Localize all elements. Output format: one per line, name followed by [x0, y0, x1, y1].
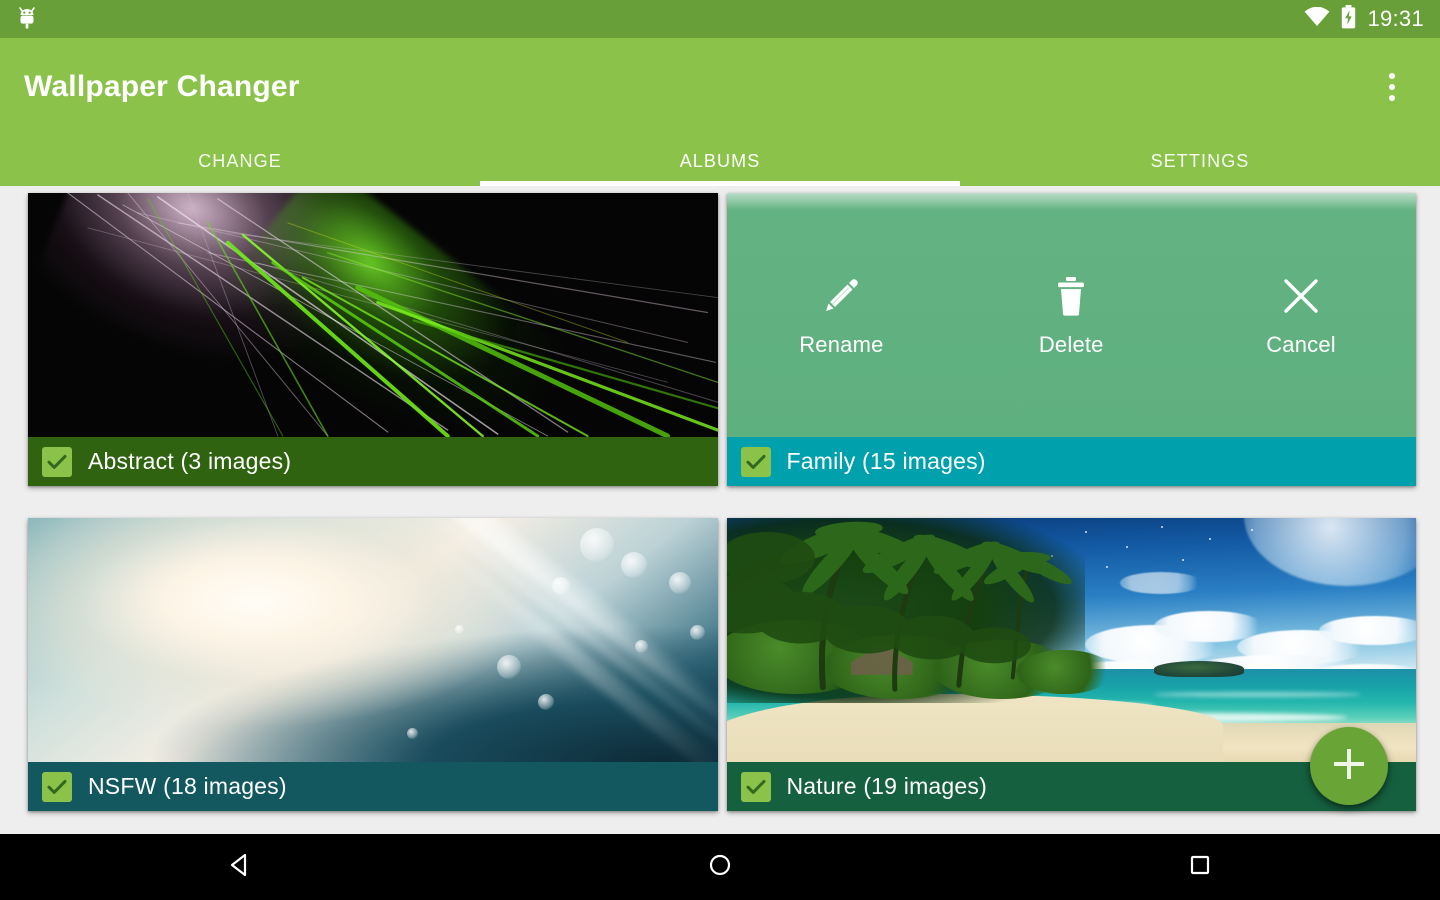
bokeh-bubble	[689, 625, 705, 641]
bokeh-bubble	[496, 654, 521, 679]
close-x-icon	[1279, 272, 1323, 318]
overflow-menu-icon[interactable]	[1368, 57, 1416, 117]
cancel-action-button[interactable]: Cancel	[1226, 272, 1376, 358]
android-robot-icon	[16, 5, 38, 34]
album-title-nsfw: NSFW (18 images)	[88, 773, 287, 799]
tab-change-label: CHANGE	[198, 150, 282, 171]
battery-charging-icon	[1341, 4, 1356, 34]
add-album-fab[interactable]	[1310, 727, 1388, 805]
checkmark-icon	[746, 779, 765, 794]
rename-label: Rename	[799, 332, 884, 357]
plus-icon	[1329, 744, 1369, 789]
light-ray	[411, 522, 718, 762]
tab-change[interactable]: CHANGE	[0, 136, 480, 186]
nsfw-light-artwork	[28, 518, 718, 762]
bokeh-bubble	[455, 625, 465, 635]
album-label-bar-family: Family (15 images)	[726, 437, 1416, 486]
album-thumbnail-nature	[726, 518, 1416, 762]
bokeh-bubble	[579, 527, 614, 562]
wifi-icon	[1304, 6, 1330, 32]
tab-settings[interactable]: SETTINGS	[960, 136, 1440, 186]
album-card-nsfw[interactable]: NSFW (18 images)	[28, 518, 718, 811]
overflow-dot	[1389, 73, 1395, 79]
album-title-abstract: Abstract (3 images)	[88, 448, 292, 474]
abstract-streaks	[67, 193, 718, 437]
checkmark-icon	[47, 779, 67, 794]
delete-label: Delete	[1038, 332, 1104, 357]
album-label-bar-abstract: Abstract (3 images)	[28, 437, 718, 486]
status-bar-clock: 19:31	[1367, 6, 1424, 31]
status-bar-system-icons: 19:31	[1304, 4, 1424, 34]
abstract-fractal-artwork	[28, 193, 718, 437]
album-title-nature: Nature (19 images)	[786, 773, 987, 799]
album-card-family[interactable]: Rename Delete Cancel Family (15 images)	[726, 193, 1417, 486]
album-card-abstract[interactable]: Abstract (3 images)	[28, 193, 718, 486]
nature-beach-artwork	[726, 518, 1416, 762]
checkmark-icon	[746, 454, 765, 469]
android-screen: 19:31 Wallpaper Changer CHANGE ALBUMS SE…	[0, 0, 1440, 900]
album-checkbox-family[interactable]	[740, 446, 771, 477]
checkmark-icon	[47, 454, 67, 469]
tab-albums[interactable]: ALBUMS	[480, 136, 960, 186]
album-title-family: Family (15 images)	[786, 448, 986, 474]
bokeh-bubble	[552, 576, 571, 595]
album-action-menu: Rename Delete Cancel	[727, 193, 1417, 437]
nav-recents-button[interactable]	[1140, 834, 1260, 900]
tab-albums-label: ALBUMS	[679, 150, 761, 171]
album-checkbox-abstract[interactable]	[42, 446, 72, 477]
status-bar: 19:31	[0, 0, 1440, 38]
album-thumbnail-abstract	[28, 193, 718, 437]
status-bar-notification-area	[16, 5, 38, 34]
bokeh-bubble	[538, 693, 555, 710]
tab-bar: CHANGE ALBUMS SETTINGS	[0, 136, 1440, 186]
beach-palm-trees	[726, 521, 1072, 692]
nav-back-button[interactable]	[180, 834, 300, 900]
bokeh-bubble	[620, 552, 647, 579]
rename-album-button[interactable]: Rename	[766, 272, 916, 358]
tab-selected-indicator	[480, 181, 960, 186]
album-label-bar-nsfw: NSFW (18 images)	[28, 762, 718, 811]
albums-grid: Abstract (3 images) Rename Delete Cancel…	[0, 186, 1440, 811]
pencil-icon	[819, 272, 863, 318]
bokeh-bubble	[634, 640, 648, 653]
app-bar: Wallpaper Changer	[0, 38, 1440, 136]
album-thumbnail-nsfw	[28, 518, 718, 762]
tab-settings-label: SETTINGS	[1150, 150, 1250, 171]
android-navigation-bar	[0, 834, 1440, 900]
overflow-dot	[1389, 84, 1395, 90]
bokeh-bubble	[407, 727, 419, 739]
bokeh-bubble	[669, 571, 692, 594]
album-checkbox-nature[interactable]	[740, 771, 771, 802]
nav-home-button[interactable]	[660, 834, 780, 900]
album-checkbox-nsfw[interactable]	[42, 771, 72, 802]
page-title: Wallpaper Changer	[24, 70, 300, 103]
delete-album-button[interactable]: Delete	[996, 272, 1146, 358]
overflow-dot	[1389, 95, 1395, 101]
cancel-label: Cancel	[1266, 332, 1336, 357]
back-triangle-icon	[225, 850, 255, 885]
recents-square-icon	[1185, 850, 1215, 885]
trash-icon	[1050, 272, 1092, 318]
albums-content: Abstract (3 images) Rename Delete Cancel…	[0, 186, 1440, 834]
home-circle-icon	[705, 850, 735, 885]
